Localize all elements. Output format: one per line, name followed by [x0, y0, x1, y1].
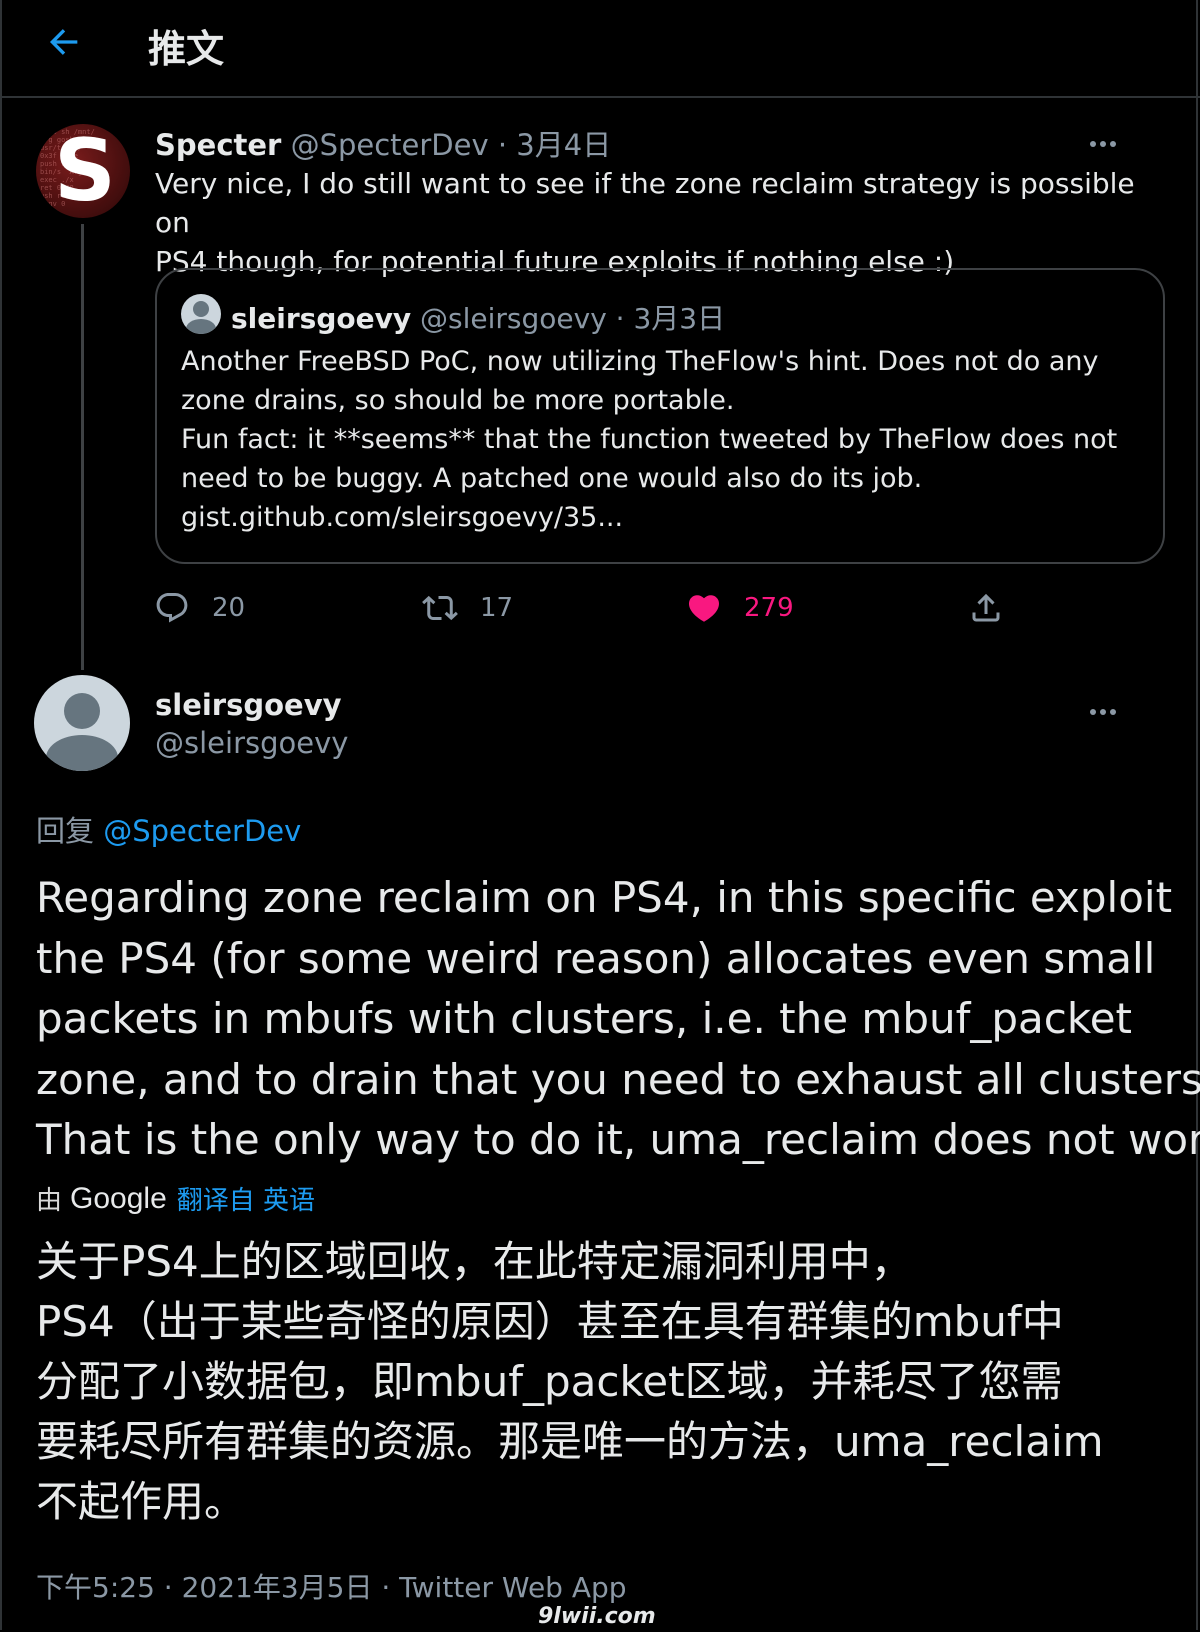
quoted-tweet-text: Another FreeBSD PoC, now utilizing TheFl…: [181, 342, 1141, 537]
reply-mention-link[interactable]: @SpecterDev: [103, 814, 301, 848]
tweet-metadata[interactable]: 下午5:25 · 2021年3月5日 · Twitter Web App: [36, 1566, 627, 1606]
more-options-icon[interactable]: [1090, 132, 1120, 147]
translated-line: 不起作用。: [36, 1477, 247, 1526]
page-title: 推文: [148, 27, 225, 71]
tweet-text-line: zone, and to drain that you need to exha…: [36, 1054, 1200, 1104]
author-handle[interactable]: @sleirsgoevy: [155, 726, 348, 760]
translated-line: 分配了小数据包，即mbuf_packet区域，并耗尽了您需: [36, 1357, 1063, 1406]
quoted-author-handle: @sleirsgoevy: [420, 302, 607, 335]
reply-count: 20: [212, 593, 246, 623]
translation-prefix: 由: [36, 1186, 63, 1216]
author-name[interactable]: Specter: [155, 128, 281, 162]
like-button[interactable]: 279: [686, 588, 794, 628]
author-handle[interactable]: @SpecterDev: [291, 128, 489, 162]
tweet-text-line: the PS4 (for some weird reason) allocate…: [36, 933, 1156, 983]
back-arrow-icon[interactable]: [44, 22, 84, 62]
quoted-link[interactable]: gist.github.com/sleirsgoevy/35...: [181, 498, 1141, 537]
like-count: 279: [744, 593, 794, 623]
tweet-text: Very nice, I do still want to see if the…: [155, 164, 1165, 281]
avatar[interactable]: 0x00 sh /mnt/ Arg gosh usr/t mib/ 0x3f #…: [36, 124, 130, 218]
page-header: 推文: [0, 0, 1200, 98]
avatar-letter: S: [54, 124, 116, 218]
retweet-button[interactable]: 17: [422, 588, 513, 628]
translated-text: 关于PS4上的区域回收，在此特定漏洞利用中， PS4（出于某些奇怪的原因）甚至在…: [36, 1232, 1196, 1532]
translation-attribution: 由 Google 翻译自 英语: [36, 1180, 315, 1217]
thread-connector: [81, 224, 84, 670]
tweet-date[interactable]: 3月4日: [516, 128, 611, 162]
author-name[interactable]: sleirsgoevy: [155, 688, 342, 722]
retweet-icon: [422, 595, 458, 621]
reply-prefix: 回复: [36, 814, 95, 848]
quoted-text-line: need to be buggy. A patched one would al…: [181, 463, 923, 494]
reply-button[interactable]: 20: [154, 588, 245, 628]
share-icon: [972, 593, 1000, 622]
tweet-author-line: Specter @SpecterDev · 3月4日: [155, 122, 611, 164]
tweet-text-line: That is the only way to do it, uma_recla…: [36, 1115, 1200, 1164]
reply-icon: [156, 593, 188, 623]
quoted-tweet-date: 3月3日: [633, 302, 726, 335]
quoted-text-line: Another FreeBSD PoC, now utilizing TheFl…: [181, 346, 1099, 377]
default-avatar-icon: [181, 294, 221, 334]
more-options-icon[interactable]: [1090, 700, 1120, 715]
translated-line: 要耗尽所有群集的资源。那是唯一的方法，uma_reclaim: [36, 1417, 1104, 1466]
quoted-tweet[interactable]: sleirsgoevy @sleirsgoevy · 3月3日 Another …: [155, 268, 1165, 564]
separator: ·: [615, 302, 625, 335]
quoted-text-line: Fun fact: it **seems** that the function…: [181, 424, 1118, 455]
translation-link[interactable]: 翻译自 英语: [177, 1180, 315, 1217]
heart-icon: [688, 595, 720, 622]
quoted-author-line: sleirsgoevy @sleirsgoevy · 3月3日: [231, 297, 725, 337]
tweet-text-line: Regarding zone reclaim on PS4, in this s…: [36, 873, 1173, 922]
tweet-text-line: packets in mbufs with clusters, i.e. the…: [36, 994, 1133, 1043]
watermark: 9lwii.com: [538, 1604, 656, 1629]
tweet-text: Regarding zone reclaim on PS4, in this s…: [36, 868, 1200, 1171]
default-avatar-icon[interactable]: [34, 675, 130, 771]
tweet-text-line: Very nice, I do still want to see if the…: [155, 167, 1135, 239]
translated-line: PS4（出于某些奇怪的原因）甚至在具有群集的mbuf中: [36, 1297, 1064, 1346]
quoted-text-line: zone drains, so should be more portable.: [181, 385, 735, 416]
separator: ·: [497, 128, 508, 162]
reply-context: 回复 @SpecterDev: [36, 808, 301, 850]
translated-line: 关于PS4上的区域回收，在此特定漏洞利用中，: [36, 1237, 913, 1286]
retweet-count: 17: [480, 593, 514, 623]
google-logo: Google: [70, 1181, 167, 1215]
share-button[interactable]: [968, 588, 1026, 628]
quoted-author-name: sleirsgoevy: [231, 302, 412, 335]
